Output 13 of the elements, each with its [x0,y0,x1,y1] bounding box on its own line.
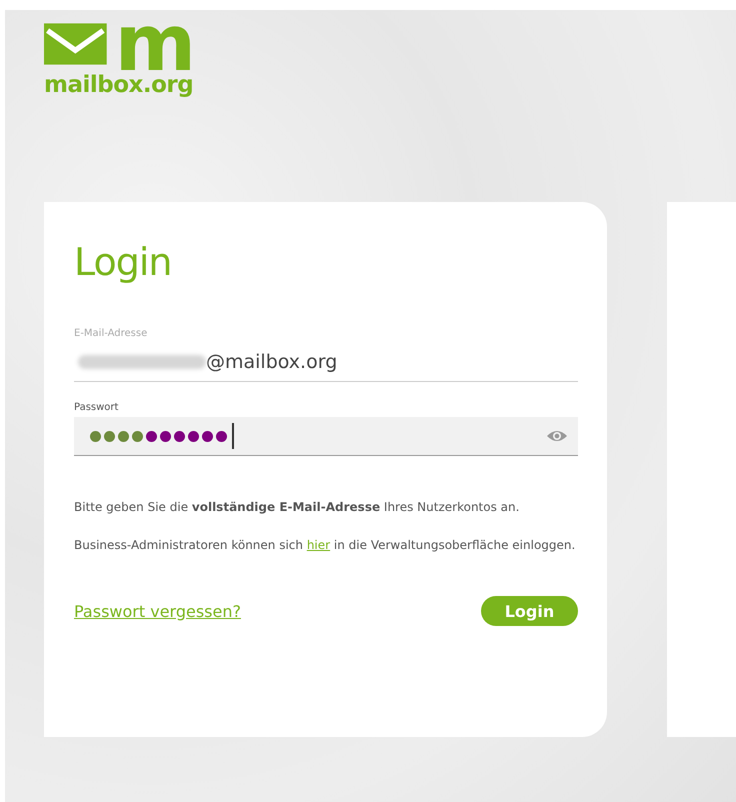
admin-text: Business-Administratoren können sich hier in die Verwaltungsoberfläche einloggen. [74,537,576,554]
login-title: Login [74,240,173,284]
login-button[interactable]: Login [481,596,578,626]
forgot-password-link[interactable]: Passwort vergessen? [74,602,241,620]
email-label: E-Mail-Adresse [74,328,148,339]
hint-text: Bitte geben Sie die vollständige E-Mail-Adresse Ihres Nutzerkontos an. [74,499,520,516]
text-cursor [232,423,234,449]
password-field[interactable] [74,417,578,456]
admin-link[interactable]: hier [306,538,330,552]
logo-letter: m [114,18,194,70]
envelope-icon [44,21,107,67]
logo-wordmark: mailbox.org [44,72,194,98]
password-label: Passwort [74,402,120,413]
